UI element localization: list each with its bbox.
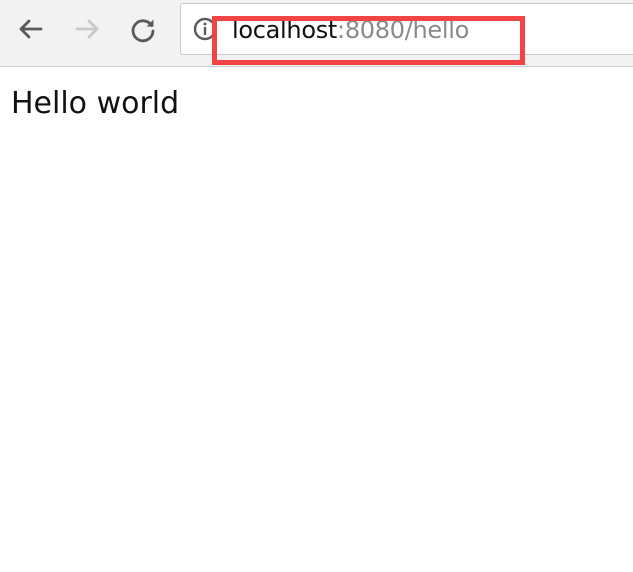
arrow-left-icon — [19, 19, 43, 39]
reload-icon — [131, 19, 155, 43]
back-button[interactable] — [14, 12, 48, 46]
page-content: Hello world — [0, 68, 633, 572]
address-bar-url[interactable]: localhost:8080/hello — [232, 10, 469, 50]
reload-button[interactable] — [126, 12, 160, 46]
url-path: :8080/hello — [337, 16, 469, 44]
url-host: localhost — [232, 16, 338, 44]
arrow-right-icon — [75, 19, 99, 39]
info-icon[interactable] — [193, 17, 217, 41]
hello-world-text: Hello world — [11, 86, 180, 121]
browser-toolbar: localhost:8080/hello — [0, 0, 633, 67]
forward-button[interactable] — [70, 12, 104, 46]
